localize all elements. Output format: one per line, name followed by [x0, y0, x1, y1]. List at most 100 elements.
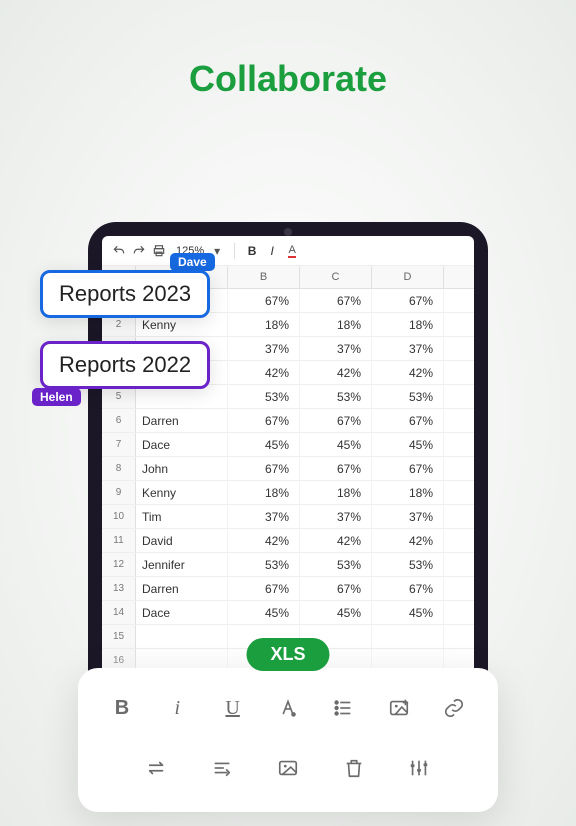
- collaborator-tag-dave: Dave: [170, 253, 215, 271]
- col-header-c[interactable]: C: [300, 266, 372, 288]
- cell[interactable]: 42%: [228, 361, 300, 384]
- table-row[interactable]: 7Dace45%45%45%: [102, 433, 474, 457]
- cell[interactable]: 37%: [228, 337, 300, 360]
- link-button[interactable]: [436, 690, 472, 726]
- cell[interactable]: Dace: [136, 601, 228, 624]
- list-button[interactable]: [325, 690, 361, 726]
- insert-image-button[interactable]: [381, 690, 417, 726]
- text-color-icon[interactable]: A: [285, 244, 299, 258]
- cell[interactable]: Darren: [136, 409, 228, 432]
- swap-button[interactable]: [139, 750, 175, 786]
- cell[interactable]: 67%: [300, 457, 372, 480]
- cell[interactable]: Dace: [136, 433, 228, 456]
- image-button[interactable]: [270, 750, 306, 786]
- cell[interactable]: 18%: [228, 313, 300, 336]
- cell[interactable]: 42%: [300, 529, 372, 552]
- cell[interactable]: 53%: [372, 553, 444, 576]
- col-header-d[interactable]: D: [372, 266, 444, 288]
- table-row[interactable]: 9Kenny18%18%18%: [102, 481, 474, 505]
- print-icon[interactable]: [152, 244, 166, 258]
- row-number[interactable]: 15: [102, 625, 136, 648]
- text-color-button[interactable]: [270, 690, 306, 726]
- row-number[interactable]: 8: [102, 457, 136, 480]
- cell[interactable]: 45%: [300, 433, 372, 456]
- row-number[interactable]: 13: [102, 577, 136, 600]
- collaborator-bubble-helen[interactable]: Reports 2022: [40, 341, 210, 389]
- cell[interactable]: 67%: [228, 289, 300, 312]
- row-number[interactable]: 10: [102, 505, 136, 528]
- italic-icon[interactable]: I: [265, 244, 279, 258]
- italic-button[interactable]: i: [159, 690, 195, 726]
- cell[interactable]: 18%: [372, 313, 444, 336]
- cell[interactable]: 45%: [300, 601, 372, 624]
- undo-icon[interactable]: [112, 244, 126, 258]
- cell[interactable]: 67%: [228, 577, 300, 600]
- align-button[interactable]: [204, 750, 240, 786]
- cell[interactable]: 18%: [300, 481, 372, 504]
- row-number[interactable]: 11: [102, 529, 136, 552]
- cell[interactable]: 67%: [228, 457, 300, 480]
- separator: [234, 243, 235, 259]
- table-row[interactable]: 10Tim37%37%37%: [102, 505, 474, 529]
- row-number[interactable]: 9: [102, 481, 136, 504]
- col-header-b[interactable]: B: [228, 266, 300, 288]
- cell[interactable]: 53%: [300, 385, 372, 408]
- cell[interactable]: 53%: [300, 553, 372, 576]
- cell[interactable]: 42%: [228, 529, 300, 552]
- settings-button[interactable]: [401, 750, 437, 786]
- table-row[interactable]: 6Darren67%67%67%: [102, 409, 474, 433]
- top-toolbar: 125% ▾ B I A: [102, 236, 474, 266]
- cell[interactable]: Kenny: [136, 481, 228, 504]
- cell[interactable]: 67%: [372, 577, 444, 600]
- cell[interactable]: 53%: [372, 385, 444, 408]
- cell[interactable]: 18%: [372, 481, 444, 504]
- cell[interactable]: 42%: [372, 529, 444, 552]
- table-row[interactable]: 11David42%42%42%: [102, 529, 474, 553]
- collaborator-bubble-dave[interactable]: Reports 2023: [40, 270, 210, 318]
- cell[interactable]: 67%: [372, 457, 444, 480]
- table-row[interactable]: 8John67%67%67%: [102, 457, 474, 481]
- cell[interactable]: [372, 625, 444, 648]
- cell[interactable]: 67%: [372, 409, 444, 432]
- cell[interactable]: 42%: [372, 361, 444, 384]
- cell[interactable]: 37%: [228, 505, 300, 528]
- cell[interactable]: Jennifer: [136, 553, 228, 576]
- cell[interactable]: 45%: [228, 601, 300, 624]
- cell[interactable]: 45%: [372, 601, 444, 624]
- cell[interactable]: 37%: [300, 505, 372, 528]
- table-row[interactable]: 13Darren67%67%67%: [102, 577, 474, 601]
- bold-button[interactable]: B: [104, 690, 140, 726]
- xls-badge: XLS: [246, 638, 329, 671]
- cell[interactable]: 42%: [300, 361, 372, 384]
- cell[interactable]: 67%: [228, 409, 300, 432]
- table-row[interactable]: 14Dace45%45%45%: [102, 601, 474, 625]
- cell[interactable]: 53%: [228, 385, 300, 408]
- redo-icon[interactable]: [132, 244, 146, 258]
- bottom-toolbar: B i U: [78, 668, 498, 812]
- bold-icon[interactable]: B: [245, 244, 259, 258]
- cell[interactable]: 37%: [372, 505, 444, 528]
- cell[interactable]: 18%: [300, 313, 372, 336]
- row-number[interactable]: 6: [102, 409, 136, 432]
- cell[interactable]: 45%: [372, 433, 444, 456]
- row-number[interactable]: 7: [102, 433, 136, 456]
- row-number[interactable]: 12: [102, 553, 136, 576]
- cell[interactable]: [136, 625, 228, 648]
- cell[interactable]: 67%: [300, 409, 372, 432]
- delete-button[interactable]: [336, 750, 372, 786]
- cell[interactable]: Tim: [136, 505, 228, 528]
- cell[interactable]: Darren: [136, 577, 228, 600]
- cell[interactable]: John: [136, 457, 228, 480]
- row-number[interactable]: 14: [102, 601, 136, 624]
- table-row[interactable]: 12Jennifer53%53%53%: [102, 553, 474, 577]
- cell[interactable]: 18%: [228, 481, 300, 504]
- underline-button[interactable]: U: [215, 690, 251, 726]
- cell[interactable]: 53%: [228, 553, 300, 576]
- cell[interactable]: 67%: [300, 577, 372, 600]
- cell[interactable]: 45%: [228, 433, 300, 456]
- cell[interactable]: 37%: [300, 337, 372, 360]
- cell[interactable]: David: [136, 529, 228, 552]
- cell[interactable]: 67%: [372, 289, 444, 312]
- cell[interactable]: 67%: [300, 289, 372, 312]
- cell[interactable]: 37%: [372, 337, 444, 360]
